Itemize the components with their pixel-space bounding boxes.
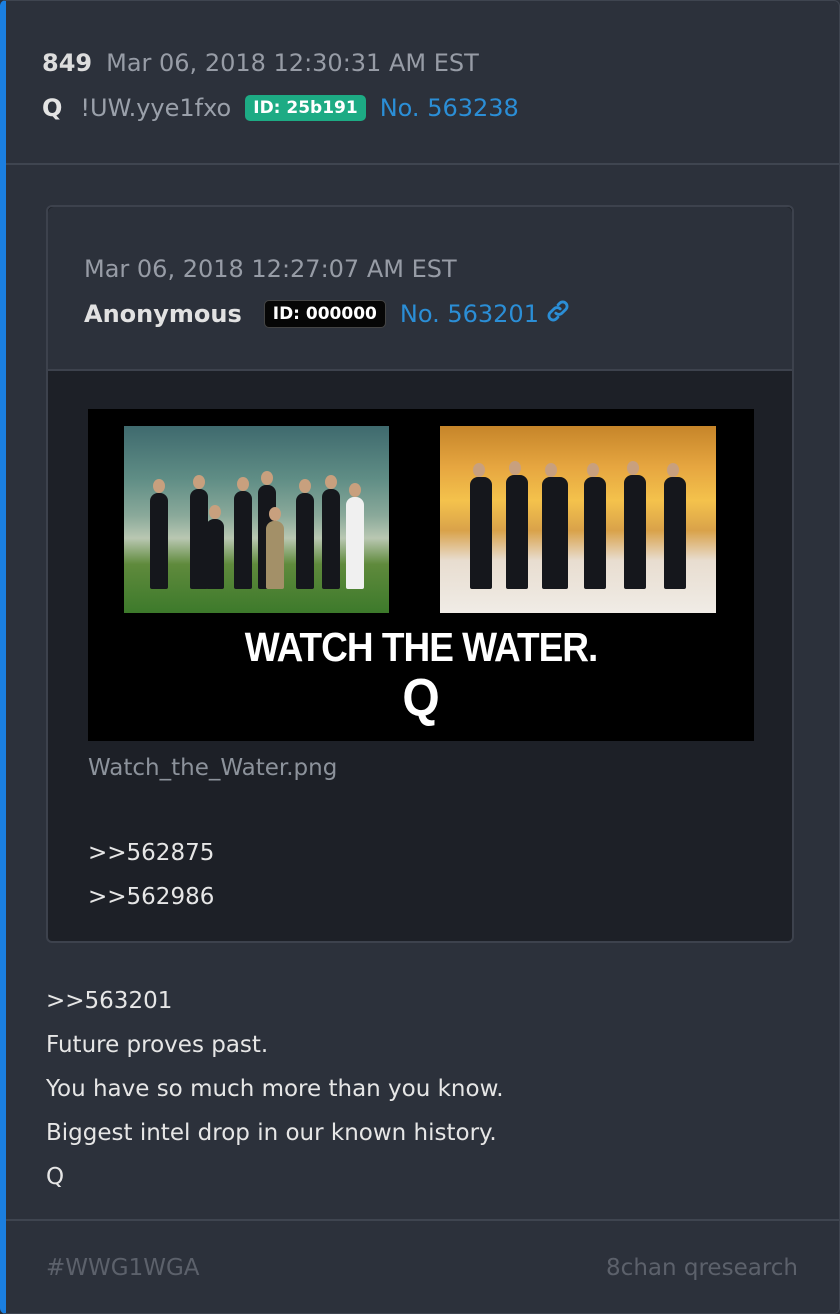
body-line: Q — [46, 1164, 65, 1190]
post-header: 849 Mar 06, 2018 12:30:31 AM EST Q !UW.yye… — [6, 1, 839, 165]
hashtag: #WWG1WGA — [46, 1255, 200, 1281]
quoted-author-name: Anonymous — [84, 300, 242, 328]
image-caption-line2: Q — [402, 669, 440, 728]
post-card: 849 Mar 06, 2018 12:30:31 AM EST Q !UW.yye… — [0, 0, 840, 1314]
post-meta-row: 849 Mar 06, 2018 12:30:31 AM EST — [42, 47, 479, 79]
post-image[interactable]: WATCH THE WATER. Q — [88, 409, 754, 741]
quoted-post-number-link[interactable]: No. 563201 — [400, 300, 539, 328]
quoted-author-row: Anonymous ID: 000000 No. 563201 — [84, 297, 571, 333]
post-number-link[interactable]: No. 563238 — [380, 94, 519, 122]
post-body: >>563201 Future proves past. You have so… — [46, 979, 504, 1199]
board-name: 8chan qresearch — [606, 1255, 798, 1281]
image-filename[interactable]: Watch_the_Water.png — [88, 755, 337, 781]
post-footer: #WWG1WGA 8chan qresearch — [6, 1219, 839, 1313]
quote-link[interactable]: >>562875 — [88, 831, 214, 875]
body-line: Future proves past. — [46, 1032, 269, 1058]
quoted-post-header: Mar 06, 2018 12:27:07 AM EST Anonymous ID… — [48, 207, 792, 371]
post-number: 849 — [42, 49, 93, 77]
quoted-post-date: Mar 06, 2018 12:27:07 AM EST — [84, 255, 457, 283]
link-icon[interactable] — [545, 298, 571, 333]
post-date: Mar 06, 2018 12:30:31 AM EST — [106, 49, 479, 77]
quote-link[interactable]: >>563201 — [46, 979, 504, 1023]
quoted-post-body: >>562875 >>562986 — [88, 831, 214, 919]
post-author-row: Q !UW.yye1fxo ID: 25b191 No. 563238 — [42, 91, 519, 125]
tripcode: !UW.yye1fxo — [80, 94, 232, 122]
author-name: Q — [42, 94, 63, 122]
image-caption-line1: WATCH THE WATER. — [244, 624, 599, 670]
photo-right — [440, 426, 716, 613]
id-badge[interactable]: ID: 25b191 — [245, 95, 366, 121]
quoted-post: Mar 06, 2018 12:27:07 AM EST Anonymous ID… — [46, 205, 794, 943]
photo-left — [124, 426, 389, 613]
quoted-id-badge[interactable]: ID: 000000 — [263, 300, 386, 328]
body-line: You have so much more than you know. — [46, 1076, 504, 1102]
quote-link[interactable]: >>562986 — [88, 875, 214, 919]
body-line: Biggest intel drop in our known history. — [46, 1120, 497, 1146]
